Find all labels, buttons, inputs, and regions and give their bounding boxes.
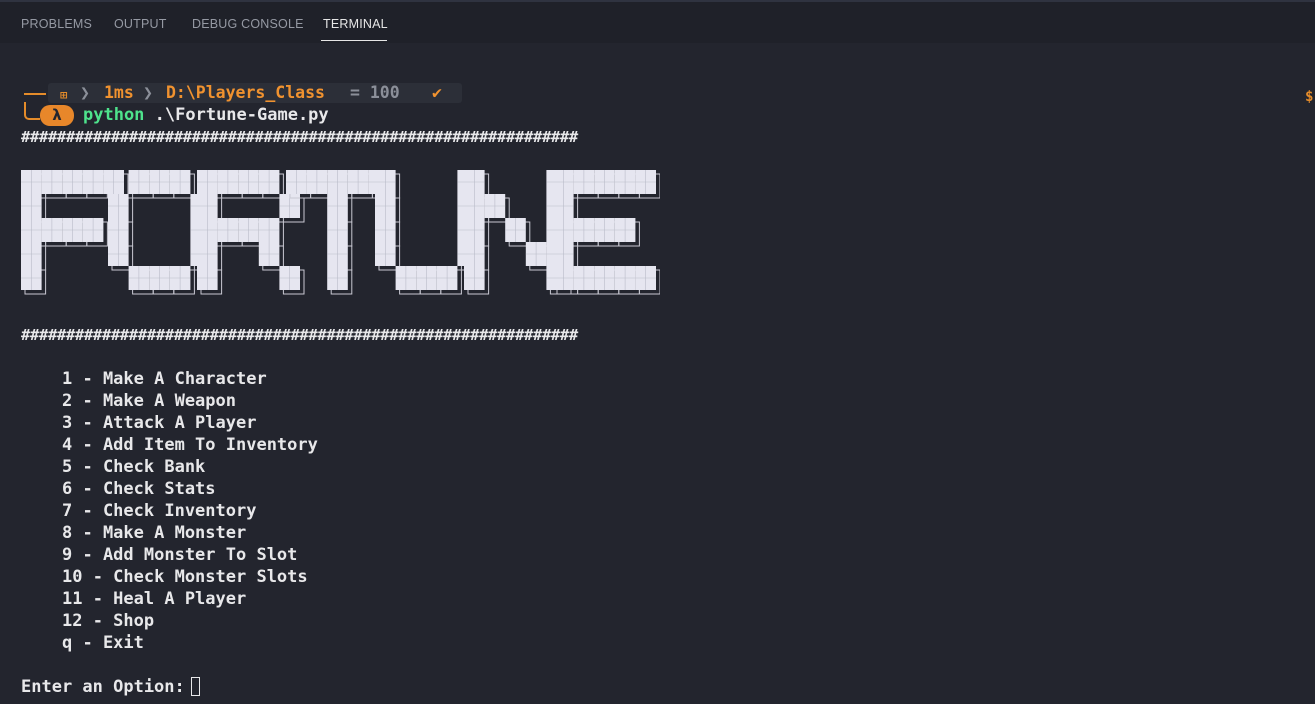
menu-item: 5 - Check Bank <box>62 457 206 477</box>
prompt-connector-top <box>24 93 46 95</box>
tab-output[interactable]: OUTPUT <box>114 17 167 31</box>
menu-item: 11 - Heal A Player <box>62 589 247 609</box>
chevron-right-icon: ❯ <box>143 83 153 102</box>
input-prompt-line[interactable]: Enter an Option: <box>21 676 200 698</box>
prompt-right-segment: $ <box>1305 89 1314 105</box>
panel-tab-bar: PROBLEMS OUTPUT DEBUG CONSOLE TERMINAL <box>0 2 1315 43</box>
text-cursor <box>190 677 200 696</box>
windows-icon: ⊞ <box>60 88 68 102</box>
tab-terminal[interactable]: TERMINAL <box>323 17 388 31</box>
menu-item: 2 - Make A Weapon <box>62 391 236 411</box>
separator-top: ########################################… <box>21 128 578 146</box>
separator-bottom: ########################################… <box>21 326 578 344</box>
menu-item: 3 - Attack A Player <box>62 413 257 433</box>
tab-problems[interactable]: PROBLEMS <box>21 17 92 31</box>
chevron-right-icon: ❯ <box>80 83 90 102</box>
menu-item: 12 - Shop <box>62 611 155 631</box>
banner-letter <box>553 170 660 295</box>
menu-item: 9 - Add Monster To Slot <box>62 545 298 565</box>
fortune-banner <box>21 170 660 295</box>
active-tab-indicator <box>321 40 387 41</box>
menu-item: 6 - Check Stats <box>62 479 216 499</box>
terminal-panel[interactable]: ⊞ ❯ 1ms ❯ D:\Players_Class = 100 ✔ $ λ p… <box>0 43 1315 704</box>
input-prompt: Enter an Option: <box>21 677 185 697</box>
check-icon: ✔ <box>432 83 442 102</box>
command-args: .\Fortune-Game.py <box>144 105 329 125</box>
menu-item: q - Exit <box>62 633 144 653</box>
menu-item: 10 - Check Monster Slots <box>62 567 308 587</box>
menu-item: 8 - Make A Monster <box>62 523 247 543</box>
prompt-connector <box>24 102 40 120</box>
menu-item: 4 - Add Item To Inventory <box>62 435 318 455</box>
command-line: python .\Fortune-Game.py <box>83 104 329 126</box>
prompt-battery: = 100 <box>350 83 400 102</box>
tab-debug-console[interactable]: DEBUG CONSOLE <box>192 17 304 31</box>
menu-item: 7 - Check Inventory <box>62 501 257 521</box>
prompt-path: D:\Players_Class <box>166 83 325 102</box>
prompt-duration: 1ms <box>104 83 134 102</box>
menu-item: 1 - Make A Character <box>62 369 267 389</box>
command-program: python <box>83 105 145 125</box>
lambda-icon: λ <box>40 105 74 126</box>
